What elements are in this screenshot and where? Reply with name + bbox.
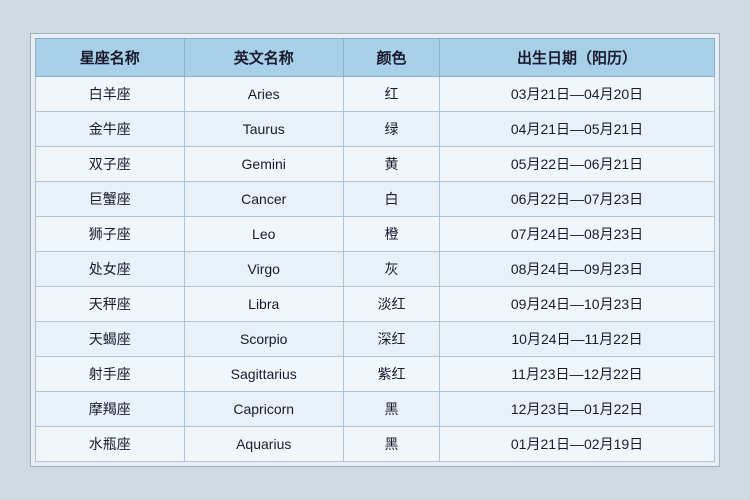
cell-chinese-name: 金牛座 xyxy=(36,112,185,147)
cell-color: 白 xyxy=(343,182,439,217)
header-dates: 出生日期（阳历） xyxy=(440,39,715,77)
cell-english-name: Gemini xyxy=(184,147,343,182)
cell-dates: 11月23日—12月22日 xyxy=(440,357,715,392)
table-row: 摩羯座Capricorn黑12月23日—01月22日 xyxy=(36,392,715,427)
table-row: 金牛座Taurus绿04月21日—05月21日 xyxy=(36,112,715,147)
cell-english-name: Cancer xyxy=(184,182,343,217)
cell-chinese-name: 摩羯座 xyxy=(36,392,185,427)
cell-chinese-name: 天秤座 xyxy=(36,287,185,322)
header-chinese-name: 星座名称 xyxy=(36,39,185,77)
table-row: 水瓶座Aquarius黑01月21日—02月19日 xyxy=(36,427,715,462)
cell-color: 淡红 xyxy=(343,287,439,322)
table-row: 天秤座Libra淡红09月24日—10月23日 xyxy=(36,287,715,322)
table-row: 狮子座Leo橙07月24日—08月23日 xyxy=(36,217,715,252)
table-row: 天蝎座Scorpio深红10月24日—11月22日 xyxy=(36,322,715,357)
cell-color: 紫红 xyxy=(343,357,439,392)
cell-chinese-name: 白羊座 xyxy=(36,77,185,112)
cell-english-name: Virgo xyxy=(184,252,343,287)
cell-chinese-name: 处女座 xyxy=(36,252,185,287)
cell-english-name: Taurus xyxy=(184,112,343,147)
cell-color: 红 xyxy=(343,77,439,112)
cell-dates: 07月24日—08月23日 xyxy=(440,217,715,252)
cell-chinese-name: 水瓶座 xyxy=(36,427,185,462)
cell-dates: 08月24日—09月23日 xyxy=(440,252,715,287)
cell-english-name: Libra xyxy=(184,287,343,322)
cell-dates: 09月24日—10月23日 xyxy=(440,287,715,322)
cell-english-name: Leo xyxy=(184,217,343,252)
cell-color: 绿 xyxy=(343,112,439,147)
cell-english-name: Sagittarius xyxy=(184,357,343,392)
cell-dates: 10月24日—11月22日 xyxy=(440,322,715,357)
cell-english-name: Aquarius xyxy=(184,427,343,462)
table-row: 射手座Sagittarius紫红11月23日—12月22日 xyxy=(36,357,715,392)
cell-chinese-name: 射手座 xyxy=(36,357,185,392)
cell-chinese-name: 巨蟹座 xyxy=(36,182,185,217)
table-body: 白羊座Aries红03月21日—04月20日金牛座Taurus绿04月21日—0… xyxy=(36,77,715,462)
cell-color: 黑 xyxy=(343,427,439,462)
cell-color: 深红 xyxy=(343,322,439,357)
cell-dates: 05月22日—06月21日 xyxy=(440,147,715,182)
cell-english-name: Aries xyxy=(184,77,343,112)
cell-chinese-name: 双子座 xyxy=(36,147,185,182)
zodiac-table: 星座名称 英文名称 颜色 出生日期（阳历） 白羊座Aries红03月21日—04… xyxy=(35,38,715,462)
cell-chinese-name: 天蝎座 xyxy=(36,322,185,357)
cell-dates: 04月21日—05月21日 xyxy=(440,112,715,147)
cell-dates: 06月22日—07月23日 xyxy=(440,182,715,217)
table-row: 巨蟹座Cancer白06月22日—07月23日 xyxy=(36,182,715,217)
cell-color: 黑 xyxy=(343,392,439,427)
header-english-name: 英文名称 xyxy=(184,39,343,77)
cell-dates: 12月23日—01月22日 xyxy=(440,392,715,427)
cell-color: 橙 xyxy=(343,217,439,252)
table-row: 处女座Virgo灰08月24日—09月23日 xyxy=(36,252,715,287)
cell-color: 灰 xyxy=(343,252,439,287)
table-row: 白羊座Aries红03月21日—04月20日 xyxy=(36,77,715,112)
cell-dates: 01月21日—02月19日 xyxy=(440,427,715,462)
cell-color: 黄 xyxy=(343,147,439,182)
table-header-row: 星座名称 英文名称 颜色 出生日期（阳历） xyxy=(36,39,715,77)
header-color: 颜色 xyxy=(343,39,439,77)
table-row: 双子座Gemini黄05月22日—06月21日 xyxy=(36,147,715,182)
cell-english-name: Scorpio xyxy=(184,322,343,357)
zodiac-table-container: 星座名称 英文名称 颜色 出生日期（阳历） 白羊座Aries红03月21日—04… xyxy=(30,33,720,467)
cell-english-name: Capricorn xyxy=(184,392,343,427)
cell-chinese-name: 狮子座 xyxy=(36,217,185,252)
cell-dates: 03月21日—04月20日 xyxy=(440,77,715,112)
